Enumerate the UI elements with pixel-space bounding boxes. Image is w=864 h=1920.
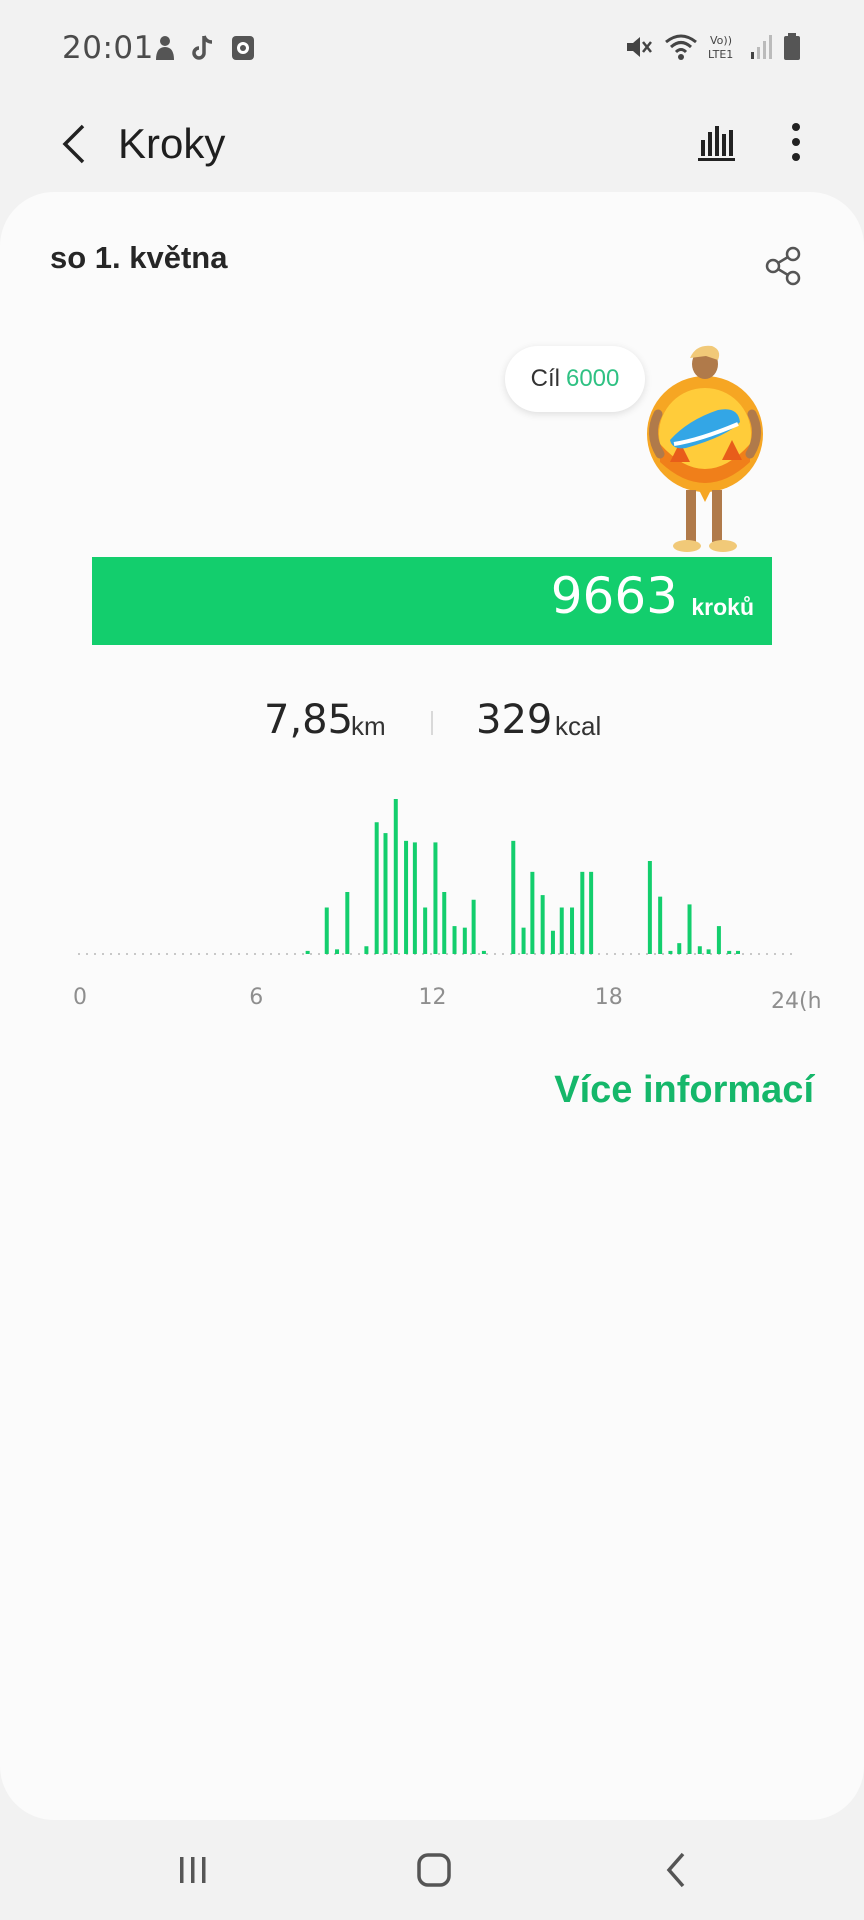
nav-back-button[interactable] — [646, 1840, 706, 1900]
chart-bar — [442, 892, 447, 954]
chart-bar — [345, 892, 350, 954]
volte-text-top: Vo)) — [710, 34, 732, 47]
chevron-left-icon — [62, 124, 85, 164]
recent-apps-button[interactable] — [163, 1840, 223, 1900]
battery-icon — [784, 33, 800, 60]
hourly-steps-chart: 0 6 12 18 24(h) — [73, 799, 820, 1014]
chart-bar — [550, 930, 555, 954]
steps-card: so 1. května Cíl 6000 9663 kroků 7,85 km… — [0, 192, 864, 1820]
chart-bar — [677, 943, 682, 954]
goal-bubble: Cíl 6000 — [505, 346, 645, 412]
chart-bar — [521, 927, 526, 954]
status-bar: 20:01 Vo)) LTE1 — [0, 0, 864, 100]
tiktok-icon — [192, 35, 213, 60]
mute-icon — [627, 37, 652, 57]
chart-bar — [697, 946, 702, 954]
screen-record-icon — [232, 36, 254, 60]
back-button[interactable] — [44, 114, 104, 174]
steps-progress-bar: 9663 kroků — [92, 557, 772, 645]
more-info-link[interactable]: Více informací — [554, 1069, 814, 1112]
distance-value: 7,85 — [264, 697, 354, 743]
share-icon — [765, 246, 801, 286]
chart-bar — [559, 907, 564, 954]
date-label: so 1. května — [50, 240, 228, 275]
calories-unit: kcal — [555, 711, 602, 741]
share-button[interactable] — [762, 244, 806, 288]
mascot-illustration — [647, 345, 763, 552]
chart-bar — [570, 907, 575, 954]
home-button[interactable] — [404, 1840, 464, 1900]
more-vert-icon — [792, 123, 800, 161]
chart-bar — [511, 840, 516, 954]
chart-bar — [374, 822, 379, 954]
chart-tick-label: 18 — [595, 985, 623, 1010]
chart-bar — [736, 950, 740, 954]
chart-bar — [687, 904, 692, 954]
chart-tick-label: 24(h) — [771, 989, 820, 1014]
status-time: 20:01 — [62, 30, 154, 66]
more-options-button[interactable] — [774, 112, 818, 172]
chart-bar — [383, 833, 388, 954]
chevron-left-icon — [666, 1852, 685, 1888]
chart-bar — [481, 950, 486, 954]
chart-bar — [433, 842, 438, 954]
goal-value: 6000 — [565, 365, 620, 392]
volte-icon: Vo)) LTE1 — [708, 34, 733, 61]
steps-unit: kroků — [691, 594, 754, 620]
chart-bar — [393, 799, 398, 954]
page-title: Kroky — [118, 120, 226, 167]
chart-bar — [580, 871, 585, 954]
chart-tick-label: 12 — [419, 985, 447, 1010]
chart-tick-label: 0 — [73, 985, 87, 1010]
bar-chart-icon — [698, 126, 735, 161]
volte-text-bottom: LTE1 — [708, 48, 733, 61]
chart-tick-label: 6 — [249, 985, 263, 1010]
chart-bar — [412, 842, 417, 954]
chart-view-button[interactable] — [690, 112, 742, 172]
chart-bar — [471, 899, 476, 954]
chart-bar — [423, 907, 428, 954]
chart-bar — [668, 950, 673, 954]
chart-bar — [335, 949, 340, 954]
chart-bar — [364, 946, 369, 954]
status-right-icons: Vo)) LTE1 — [624, 32, 802, 62]
distance-unit: km — [351, 711, 386, 741]
chart-bar — [647, 861, 652, 954]
chart-bar — [404, 840, 409, 954]
app-bar: Kroky — [0, 100, 864, 192]
wifi-icon — [665, 34, 697, 60]
status-left-icons — [152, 34, 256, 62]
chart-bar — [716, 926, 721, 954]
chart-bar — [706, 949, 711, 954]
stats-row: 7,85 km 329 kcal — [0, 697, 864, 757]
chart-bar — [324, 907, 329, 954]
chart-bar — [658, 896, 663, 954]
goal-label: Cíl — [530, 365, 560, 392]
chart-bar — [589, 871, 594, 954]
stats-divider — [431, 711, 433, 735]
navigation-bar — [0, 1820, 864, 1920]
chart-bar — [530, 871, 535, 954]
chart-bar — [727, 950, 732, 954]
steps-value: 9663 — [550, 567, 678, 625]
home-icon — [417, 1853, 451, 1887]
signal-icon — [751, 35, 772, 59]
recent-apps-icon — [180, 1857, 206, 1883]
chart-bar — [462, 927, 467, 954]
calories-value: 329 — [476, 697, 553, 743]
notification-icon — [156, 36, 174, 60]
chart-bar — [305, 950, 310, 954]
chart-bar — [540, 895, 545, 954]
chart-bar — [452, 926, 457, 954]
